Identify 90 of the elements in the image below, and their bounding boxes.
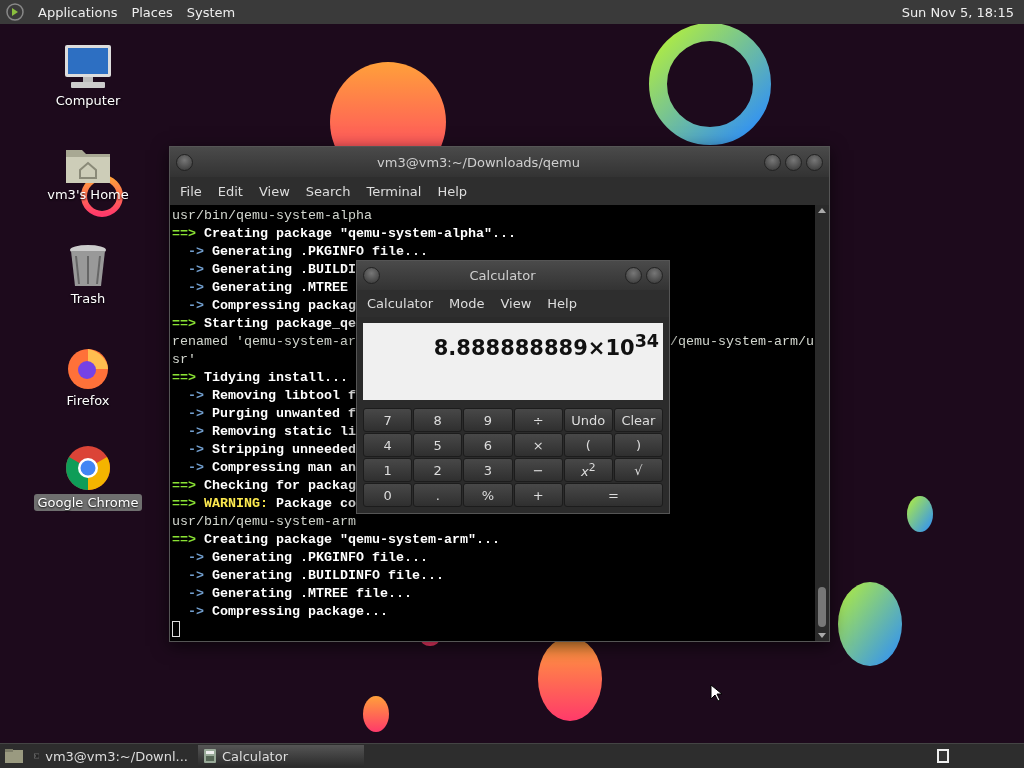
panel-menu[interactable]: Applications xyxy=(38,4,118,20)
panel-menu[interactable]: System xyxy=(186,4,236,20)
show-desktop-icon[interactable] xyxy=(4,748,24,764)
desktop-icon-label[interactable]: Google Chrome xyxy=(33,494,143,511)
calculator-icon xyxy=(204,749,216,763)
maximize-button[interactable] xyxy=(785,153,802,171)
terminal-line: usr/bin/qemu-system-alpha xyxy=(172,208,372,223)
close-button[interactable] xyxy=(806,153,823,171)
menu-item[interactable]: Calculator xyxy=(361,293,439,313)
terminal-line: -> Generating .PKGINFO file... xyxy=(187,549,428,567)
calculator-key[interactable]: 5 xyxy=(413,433,463,457)
logo-icon[interactable] xyxy=(6,3,24,21)
monitor-icon xyxy=(63,44,113,90)
trash-icon xyxy=(68,244,108,288)
menu-item[interactable]: Help xyxy=(541,293,583,313)
mouse-pointer-icon xyxy=(710,684,722,702)
terminal-line: sr' xyxy=(172,352,196,367)
terminal-line: -> Stripping unneeded xyxy=(187,441,356,459)
text-cursor xyxy=(172,621,180,637)
calculator-key[interactable]: ) xyxy=(613,433,663,457)
terminal-line: -> Compressing man an xyxy=(187,459,356,477)
terminal-line: ==> WARNING: Package co xyxy=(172,495,356,513)
calculator-key[interactable]: 1 xyxy=(363,458,413,482)
window-title: Calculator xyxy=(468,267,537,283)
taskbar-button[interactable]: vm3@vm3:~/Downl... xyxy=(28,745,194,767)
calculator-key[interactable]: × xyxy=(513,433,563,457)
terminal-line: ==> Creating package "qemu-system-arm"... xyxy=(172,531,500,549)
terminal-line: -> Compressing package... xyxy=(187,603,388,621)
terminal-line: -> Generating .MTREE file... xyxy=(187,585,412,603)
calculator-key[interactable]: − xyxy=(513,458,563,482)
window-menu-button[interactable] xyxy=(176,153,193,171)
window-menu-button[interactable] xyxy=(363,266,380,284)
terminal-line: ==> Creating package "qemu-system-alpha"... xyxy=(172,225,516,243)
terminal-line: ==> Checking for packag xyxy=(172,477,356,495)
calculator-key[interactable]: 3 xyxy=(463,458,513,482)
minimize-button[interactable] xyxy=(764,153,781,171)
calculator-key[interactable]: 4 xyxy=(363,433,413,457)
terminal-line: usr/bin/qemu-system-arm xyxy=(172,514,356,529)
scroll-down-icon[interactable] xyxy=(818,633,826,639)
terminal-line: ==> Tidying install... xyxy=(172,369,348,387)
calculator-key[interactable]: √ xyxy=(613,458,663,482)
taskbar-button[interactable]: Calculator xyxy=(198,745,364,767)
scrollbar[interactable] xyxy=(815,205,829,641)
menu-item[interactable]: View xyxy=(252,181,296,201)
result-display: 8.888888889×10$^{34}$ xyxy=(363,322,663,400)
menu-item[interactable]: File xyxy=(174,181,208,201)
terminal-line: -> Removing static li xyxy=(187,423,356,441)
calculator-key[interactable]: ÷ xyxy=(513,408,563,432)
calculator-key[interactable]: 8 xyxy=(413,408,463,432)
menu-item[interactable]: Mode xyxy=(443,293,491,313)
clock[interactable]: Sun Nov 5, 18:15 xyxy=(901,4,1014,20)
terminal-line: -> Generating .MTREE xyxy=(187,279,349,297)
minimize-button[interactable] xyxy=(625,266,642,284)
desktop-icon-label[interactable]: Trash xyxy=(66,290,110,307)
calculator-key[interactable]: x$^{2}$ xyxy=(563,458,613,482)
terminal-line: renamed 'qemu-system-ar xyxy=(172,334,356,349)
terminal-line: /qemu-system-arm/u xyxy=(670,333,814,351)
menu-item[interactable]: Edit xyxy=(211,181,249,201)
chrome-icon xyxy=(64,444,112,492)
terminal-line: -> Purging unwanted f xyxy=(187,405,356,423)
calculator-key[interactable]: 6 xyxy=(463,433,513,457)
terminal-line: ==> Starting package_qe xyxy=(172,315,356,333)
terminal-line: -> Generating .PKGINFO file... xyxy=(187,243,428,261)
calculator-key[interactable]: ( xyxy=(563,433,613,457)
desktop-icon-label[interactable]: Firefox xyxy=(62,392,114,409)
calculator-key[interactable]: 0 xyxy=(363,483,413,507)
scrollbar-thumb[interactable] xyxy=(818,587,826,627)
window-title: vm3@vm3:~/Downloads/qemu xyxy=(376,154,581,170)
scroll-up-icon[interactable] xyxy=(818,207,826,213)
calculator-key[interactable]: 2 xyxy=(413,458,463,482)
menu-item[interactable]: Help xyxy=(431,181,474,201)
terminal-line: -> Compressing packag xyxy=(187,297,356,315)
menu-item[interactable]: Search xyxy=(299,181,357,201)
calculator-key[interactable]: Undo xyxy=(563,408,613,432)
terminal-line: -> Generating .BUILDI xyxy=(187,261,356,279)
calculator-key[interactable]: + xyxy=(513,483,563,507)
calculator-key[interactable]: % xyxy=(463,483,513,507)
close-button[interactable] xyxy=(646,266,663,284)
calculator-key[interactable]: 9 xyxy=(463,408,513,432)
desktop-icon-label[interactable]: Computer xyxy=(51,92,125,109)
calculator-key[interactable]: . xyxy=(413,483,463,507)
workspace-switcher-icon[interactable] xyxy=(936,748,950,764)
menu-item[interactable]: View xyxy=(494,293,538,313)
menu-item[interactable]: Terminal xyxy=(360,181,428,201)
panel-menu[interactable]: Places xyxy=(131,4,173,20)
calculator-key[interactable]: Clear xyxy=(613,408,663,432)
terminal-line: -> Removing libtool f xyxy=(187,387,356,405)
terminal-line: -> Generating .BUILDINFO file... xyxy=(187,567,444,585)
calculator-key[interactable]: 7 xyxy=(363,408,413,432)
calculator-key[interactable]: = xyxy=(563,483,663,507)
